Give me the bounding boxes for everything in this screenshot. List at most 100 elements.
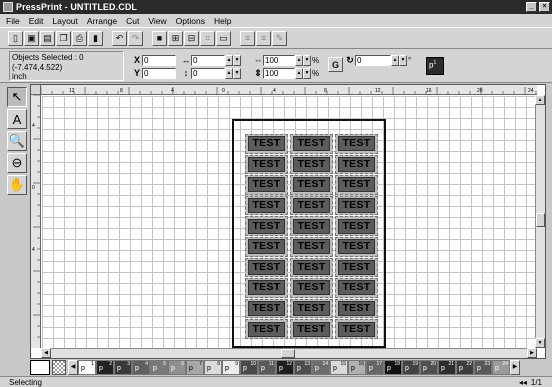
palette-swatch-3[interactable]: p3	[114, 360, 132, 375]
redo-icon[interactable]: ↷	[128, 30, 143, 46]
palette-swatch-24[interactable]: p 24	[492, 360, 510, 375]
palette-swatch-18[interactable]: p 18	[384, 360, 402, 375]
save-icon[interactable]: ▣	[24, 30, 39, 46]
label-cell[interactable]: TEST	[290, 257, 333, 278]
palette-swatch-10[interactable]: p 10	[240, 360, 258, 375]
label-cell[interactable]: TEST	[245, 278, 288, 298]
scroll-right-arrow[interactable]: ▶	[527, 348, 537, 358]
scale-height-spinner[interactable]: ▲ ▼	[295, 67, 311, 79]
palette-swatch-21[interactable]: p 21	[438, 360, 456, 375]
menu-view[interactable]: View	[148, 16, 166, 26]
label-cell[interactable]: TEST	[245, 236, 288, 257]
label-cell[interactable]: TEST	[335, 257, 378, 278]
scale-width-spinner[interactable]: ▲ ▼	[295, 54, 311, 66]
zoom-in-icon[interactable]: ■	[152, 30, 167, 46]
label-cell[interactable]: TEST	[335, 298, 378, 319]
label-cell[interactable]: TEST	[245, 175, 288, 195]
label-cell[interactable]: TEST	[245, 154, 288, 175]
palette-swatch-2[interactable]: p2	[96, 360, 114, 375]
scroll-up-arrow[interactable]: ▲	[535, 95, 545, 105]
label-cell[interactable]: TEST	[290, 175, 333, 195]
label-cell[interactable]: TEST	[245, 195, 288, 216]
menu-help[interactable]: Help	[214, 16, 231, 26]
copy-icon[interactable]: ❐	[56, 30, 71, 46]
label-cell[interactable]: TEST	[290, 319, 333, 339]
label-cell[interactable]: TEST	[335, 195, 378, 216]
palette-swatch-16[interactable]: p 16	[348, 360, 366, 375]
label-cell[interactable]: TEST	[335, 154, 378, 175]
zoom-tool-icon[interactable]: 🔍	[7, 131, 27, 151]
minimize-button[interactable]: _	[526, 2, 537, 12]
current-page-chip[interactable]: p1	[426, 57, 444, 75]
label-cell[interactable]: TEST	[245, 298, 288, 319]
open-icon[interactable]: ▤	[40, 30, 55, 46]
label-cell[interactable]: TEST	[290, 216, 333, 236]
horizontal-scrollbar[interactable]: ◀ ▶	[41, 348, 537, 358]
rotation-input[interactable]: 0	[355, 54, 391, 66]
menu-edit[interactable]: Edit	[29, 16, 44, 26]
x-position-input[interactable]: 0	[142, 54, 176, 66]
rotation-spinner[interactable]: ▲ ▼	[391, 54, 407, 66]
no-color-swatch[interactable]	[52, 360, 66, 375]
palette-swatch-7[interactable]: p7	[186, 360, 204, 375]
zoom-out-icon[interactable]: ⊞	[168, 30, 183, 46]
label-cell[interactable]: TEST	[335, 216, 378, 236]
frame-icon[interactable]: ▭	[216, 30, 231, 46]
label-cell[interactable]: TEST	[335, 236, 378, 257]
new-file-icon[interactable]: ▯	[8, 30, 23, 46]
align-left-icon[interactable]: ≡	[240, 30, 255, 46]
menu-layout[interactable]: Layout	[52, 16, 78, 26]
align-right-icon[interactable]: ≡	[256, 30, 271, 46]
close-button[interactable]: ×	[539, 2, 550, 12]
palette-swatch-19[interactable]: p 19	[402, 360, 420, 375]
palette-swatch-14[interactable]: p 14	[312, 360, 330, 375]
lock-proportions-button[interactable]: G	[328, 57, 343, 72]
palette-swatch-8[interactable]: p8	[204, 360, 222, 375]
current-color-swatch[interactable]	[30, 360, 50, 375]
palette-swatch-9[interactable]: p9	[222, 360, 240, 375]
label-cell[interactable]: TEST	[245, 319, 288, 339]
vertical-scrollbar[interactable]: ▲ ▼	[535, 95, 545, 348]
palette-swatch-23[interactable]: p 23	[474, 360, 492, 375]
palette-swatch-11[interactable]: p 11	[258, 360, 276, 375]
label-cell[interactable]: TEST	[245, 134, 288, 154]
design-grid[interactable]: TEST TEST TEST TEST TEST TEST TEST TEST TEST TEST…	[42, 96, 536, 348]
scale-height-input[interactable]: 100	[263, 67, 295, 79]
label-cell[interactable]: TEST	[290, 298, 333, 319]
hand-tool-icon[interactable]: ✋	[7, 175, 27, 195]
menu-arrange[interactable]: Arrange	[87, 16, 117, 26]
palette-right-arrow[interactable]: ▶	[510, 360, 520, 375]
zoom-fit-icon[interactable]: ⊟	[184, 30, 199, 46]
group-icon[interactable]: ⌗	[200, 30, 215, 46]
label-cell[interactable]: TEST	[335, 319, 378, 339]
menu-options[interactable]: Options	[176, 16, 205, 26]
height-input[interactable]: 0	[191, 67, 225, 79]
palette-swatch-4[interactable]: p4	[132, 360, 150, 375]
vertical-scroll-thumb[interactable]	[536, 213, 545, 227]
menu-file[interactable]: File	[6, 16, 20, 26]
palette-swatch-12[interactable]: p 12	[276, 360, 294, 375]
y-position-input[interactable]: 0	[142, 67, 176, 79]
clipboard-icon[interactable]: ▮	[88, 30, 103, 46]
label-cell[interactable]: TEST	[290, 236, 333, 257]
width-spinner[interactable]: ▲ ▼	[225, 54, 241, 66]
palette-swatch-1[interactable]: p1	[78, 360, 96, 375]
palette-swatch-17[interactable]: p 17	[366, 360, 384, 375]
scale-width-input[interactable]: 100	[263, 54, 295, 66]
label-cell[interactable]: TEST	[245, 257, 288, 278]
label-cell[interactable]: TEST	[335, 175, 378, 195]
label-cell[interactable]: TEST	[335, 134, 378, 154]
label-cell[interactable]: TEST	[290, 154, 333, 175]
text-tool-icon[interactable]: A	[7, 109, 27, 129]
label-cell[interactable]: TEST	[290, 134, 333, 154]
pointer-tool-icon[interactable]: ↖	[7, 87, 27, 107]
undo-icon[interactable]: ↶	[112, 30, 127, 46]
zoom-out-tool-icon[interactable]: ⊖	[7, 153, 27, 173]
scroll-left-arrow[interactable]: ◀	[41, 348, 51, 358]
palette-swatch-6[interactable]: p6	[168, 360, 186, 375]
label-cell[interactable]: TEST	[245, 216, 288, 236]
help-icon[interactable]: ✎	[272, 30, 287, 46]
label-cell[interactable]: TEST	[335, 278, 378, 298]
palette-swatch-22[interactable]: p 22	[456, 360, 474, 375]
label-cell[interactable]: TEST	[290, 195, 333, 216]
